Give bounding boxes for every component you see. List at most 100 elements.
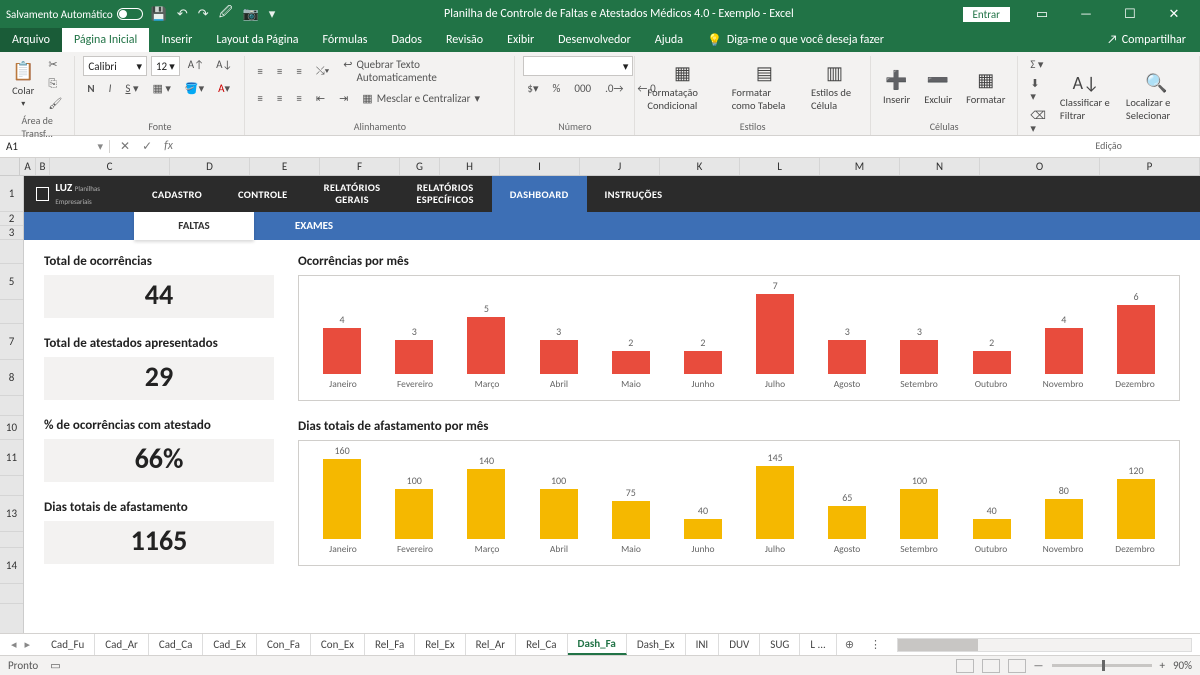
col-L[interactable]: L	[740, 158, 820, 175]
qat-dropdown-icon[interactable]: ▾	[269, 7, 276, 22]
align-bottom-icon[interactable]: ≡	[292, 63, 305, 80]
sheet-tab-Dash_Fa[interactable]: Dash_Fa	[568, 634, 627, 655]
cell-styles-button[interactable]: ▥Estilos de Célula	[807, 62, 862, 112]
paste-button[interactable]: 📋Colar▾	[8, 60, 38, 109]
select-all-triangle[interactable]	[0, 158, 20, 175]
align-middle-icon[interactable]: ≡	[273, 63, 286, 80]
zoom-slider[interactable]	[1052, 664, 1152, 667]
wrap-text-button[interactable]: ↩Quebrar Texto Automaticamente	[339, 56, 506, 86]
col-D[interactable]: D	[170, 158, 250, 175]
tab-desenvolvedor[interactable]: Desenvolvedor	[546, 28, 643, 52]
tab-revisao[interactable]: Revisão	[434, 28, 495, 52]
sheet-tab-L ...[interactable]: L ...	[800, 634, 836, 655]
decrease-indent-icon[interactable]: ⇤	[312, 90, 329, 107]
increase-indent-icon[interactable]: ⇥	[335, 90, 352, 107]
increase-font-icon[interactable]: A↑	[184, 56, 208, 76]
ribbon-options-icon[interactable]: ▭	[1022, 7, 1062, 22]
merge-button[interactable]: ▦Mesclar e Centralizar ▾	[358, 90, 484, 107]
tab-scroll-first-icon[interactable]: ◂	[8, 638, 20, 651]
cancel-fx-icon[interactable]: ✕	[120, 139, 130, 154]
worksheet-canvas[interactable]: LUZ Planilhas Empresariais CADASTRO CONT…	[24, 176, 1200, 633]
insert-cells-button[interactable]: ➕Inserir	[879, 69, 914, 106]
camera-icon[interactable]: 📷	[243, 7, 259, 22]
minimize-icon[interactable]: —	[1066, 7, 1106, 22]
clear-icon[interactable]: ⌫ ▾	[1026, 107, 1050, 137]
align-top-icon[interactable]: ≡	[253, 63, 266, 80]
col-C[interactable]: C	[50, 158, 170, 175]
col-E[interactable]: E	[250, 158, 320, 175]
new-sheet-button[interactable]: ⊕	[837, 638, 862, 651]
nav-dashboard[interactable]: DASHBOARD	[492, 176, 587, 212]
border-icon[interactable]: ▦ ▾	[149, 80, 175, 97]
sheet-tab-Rel_Ex[interactable]: Rel_Ex	[415, 634, 465, 655]
col-H[interactable]: H	[440, 158, 500, 175]
tab-ajuda[interactable]: Ajuda	[643, 28, 695, 52]
sheet-tab-SUG[interactable]: SUG	[760, 634, 800, 655]
horizontal-scrollbar[interactable]	[897, 638, 1192, 652]
format-painter-icon[interactable]: 🖌	[44, 95, 66, 112]
nav-instrucoes[interactable]: INSTRUÇÕES	[587, 176, 681, 212]
cut-icon[interactable]: ✂	[44, 56, 66, 73]
autosave-toggle[interactable]: Salvamento Automático	[6, 8, 143, 21]
thousands-icon[interactable]: 000	[570, 80, 595, 97]
col-I[interactable]: I	[500, 158, 580, 175]
nav-relatorios-gerais[interactable]: RELATÓRIOSGERAIS	[306, 176, 399, 212]
align-center-icon[interactable]: ≡	[273, 90, 286, 107]
sheet-tab-Rel_Ca[interactable]: Rel_Ca	[516, 634, 567, 655]
normal-view-icon[interactable]	[956, 659, 974, 673]
nav-relatorios-especificos[interactable]: RELATÓRIOSESPECÍFICOS	[398, 176, 491, 212]
sheet-tab-Cad_Fu[interactable]: Cad_Fu	[41, 634, 95, 655]
underline-icon[interactable]: S ▾	[121, 80, 142, 97]
col-A[interactable]: A	[20, 158, 36, 175]
sheet-tab-Dash_Ex[interactable]: Dash_Ex	[627, 634, 686, 655]
format-table-button[interactable]: ▤Formatar como Tabela	[728, 62, 801, 112]
zoom-level[interactable]: 90%	[1173, 659, 1192, 672]
find-select-button[interactable]: 🔍Localizar e Selecionar	[1122, 72, 1191, 122]
tab-pagina-inicial[interactable]: Página Inicial	[62, 28, 149, 52]
col-M[interactable]: M	[820, 158, 900, 175]
page-break-view-icon[interactable]	[1008, 659, 1026, 673]
sheet-tab-Cad_Ar[interactable]: Cad_Ar	[95, 634, 149, 655]
redo-icon[interactable]: ↷	[198, 7, 209, 22]
autosum-icon[interactable]: Σ ▾	[1026, 56, 1050, 73]
font-size-select[interactable]: 12▾	[151, 56, 180, 76]
sort-filter-button[interactable]: A↓Classificar e Filtrar	[1056, 72, 1116, 122]
sheet-tab-Cad_Ex[interactable]: Cad_Ex	[203, 634, 257, 655]
col-K[interactable]: K	[660, 158, 740, 175]
fill-color-icon[interactable]: 🪣▾	[181, 80, 208, 97]
col-B[interactable]: B	[36, 158, 50, 175]
nav-cadastro[interactable]: CADASTRO	[134, 176, 220, 212]
share-button[interactable]: ↗Compartilhar	[1093, 33, 1200, 47]
col-J[interactable]: J	[580, 158, 660, 175]
align-left-icon[interactable]: ≡	[253, 90, 266, 107]
tabs-more-icon[interactable]: ⋮	[862, 638, 889, 651]
sheet-tab-Con_Ex[interactable]: Con_Ex	[311, 634, 365, 655]
undo-icon[interactable]: ↶	[177, 7, 188, 22]
sheet-tab-DUV[interactable]: DUV	[719, 634, 760, 655]
tab-dados[interactable]: Dados	[379, 28, 433, 52]
zoom-in-icon[interactable]: +	[1160, 659, 1165, 672]
zoom-out-icon[interactable]: —	[1034, 659, 1044, 672]
enter-fx-icon[interactable]: ✓	[142, 139, 152, 154]
col-G[interactable]: G	[400, 158, 440, 175]
tab-layout[interactable]: Layout da Página	[204, 28, 310, 52]
signin-button[interactable]: Entrar	[963, 7, 1010, 22]
sheet-tab-Rel_Ar[interactable]: Rel_Ar	[466, 634, 516, 655]
col-N[interactable]: N	[900, 158, 980, 175]
col-F[interactable]: F	[320, 158, 400, 175]
maximize-icon[interactable]: ☐	[1110, 7, 1150, 22]
format-cells-button[interactable]: ▦Formatar	[962, 69, 1009, 106]
tell-me[interactable]: 💡Diga-me o que você deseja fazer	[695, 28, 896, 52]
conditional-format-button[interactable]: ▦Formatação Condicional	[643, 62, 721, 112]
delete-cells-button[interactable]: ➖Excluir	[920, 69, 956, 106]
tab-scroll-next-icon[interactable]: ▸	[22, 638, 34, 651]
col-O[interactable]: O	[980, 158, 1100, 175]
decrease-font-icon[interactable]: A↓	[212, 56, 236, 76]
col-P[interactable]: P	[1100, 158, 1200, 175]
increase-decimal-icon[interactable]: .0→	[601, 80, 627, 97]
sheet-tab-INI[interactable]: INI	[686, 634, 720, 655]
subtab-faltas[interactable]: FALTAS	[134, 212, 254, 240]
page-layout-view-icon[interactable]	[982, 659, 1000, 673]
number-format-select[interactable]: ▾	[523, 56, 633, 76]
fill-icon[interactable]: ⬇ ▾	[1026, 75, 1050, 105]
